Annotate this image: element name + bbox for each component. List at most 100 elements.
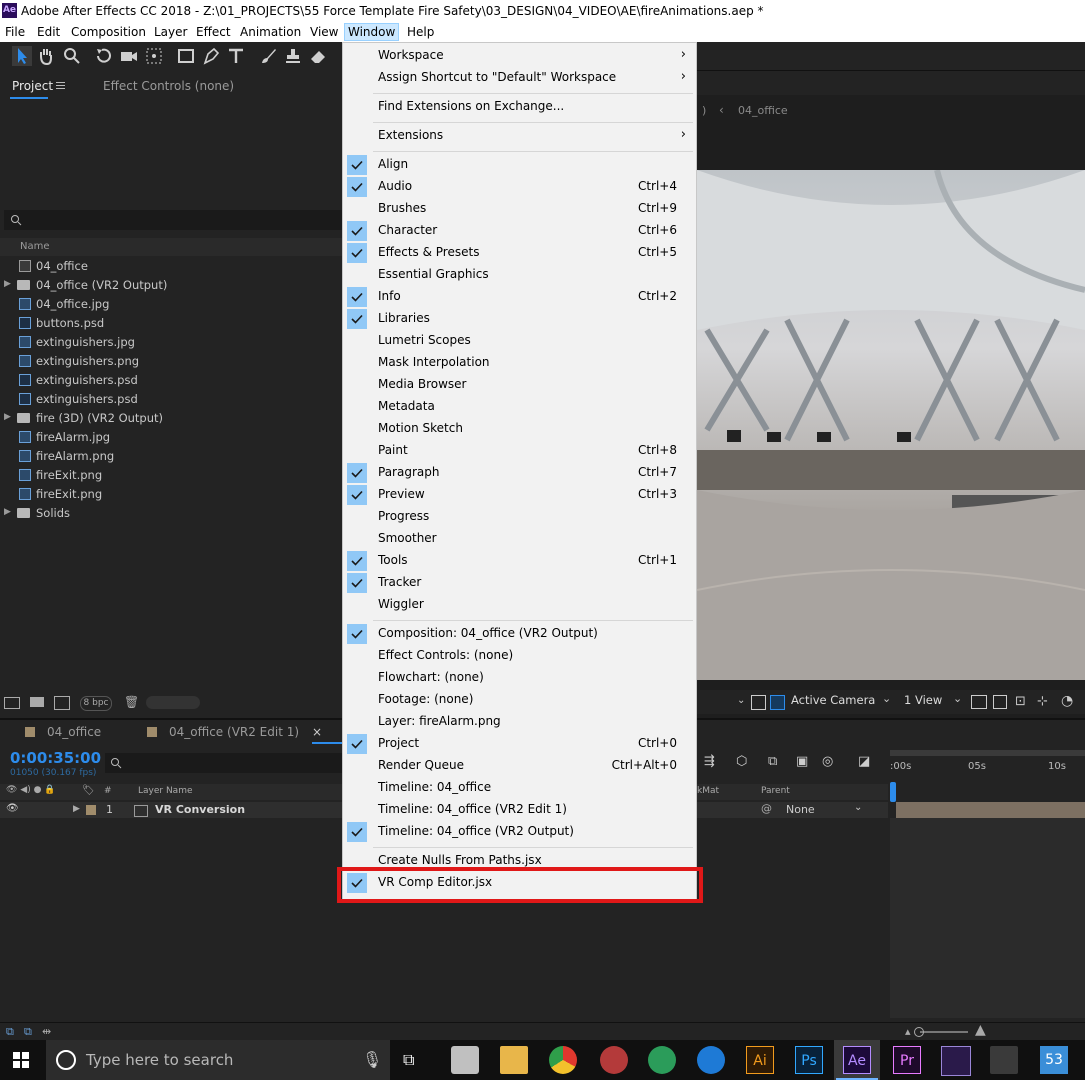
project-item[interactable]: fireAlarm.png — [0, 447, 343, 466]
work-area-bar[interactable] — [890, 750, 1085, 756]
new-folder-icon[interactable] — [30, 697, 44, 707]
draft-3d-icon[interactable]: ⇶ — [704, 754, 715, 769]
tab-effect-controls[interactable]: Effect Controls (none) — [103, 79, 234, 93]
exposure-icon[interactable]: ◔ — [1061, 693, 1073, 709]
menu-item-preview[interactable]: Preview Ctrl+3 — [343, 484, 696, 506]
expand-folder-icon[interactable]: ▶ — [4, 412, 11, 422]
timeline-search-input[interactable] — [105, 753, 343, 773]
transparency-grid-icon[interactable] — [770, 695, 785, 710]
project-item[interactable]: extinguishers.psd — [0, 390, 343, 409]
comp-flowchart-icon[interactable]: ◪ — [858, 754, 870, 769]
project-item[interactable]: ▶ fire (3D) (VR2 Output) — [0, 409, 343, 428]
menu-view[interactable]: View — [310, 25, 338, 39]
menu-item-flowchart-none[interactable]: Flowchart: (none) — [343, 667, 696, 689]
hand-tool-icon[interactable] — [36, 46, 56, 66]
project-item[interactable]: 04_office — [0, 257, 343, 276]
menu-item-tracker[interactable]: Tracker — [343, 572, 696, 594]
expand-layer-icon[interactable]: ▶ — [73, 804, 80, 814]
current-timecode[interactable]: 0:00:35:00 — [10, 749, 101, 767]
menu-composition[interactable]: Composition — [71, 25, 146, 39]
timeline-tab-vr2-edit[interactable]: 04_office (VR2 Edit 1) — [169, 725, 299, 739]
visibility-eye-icon[interactable]: 👁 — [6, 803, 19, 814]
menu-item-progress[interactable]: Progress — [343, 506, 696, 528]
column-name-header[interactable]: Name — [20, 241, 50, 252]
toggle-switches-icon[interactable]: ⧉ — [6, 1025, 14, 1039]
menu-window[interactable]: Window — [344, 23, 400, 41]
panel-menu-icon[interactable] — [56, 82, 65, 83]
project-item[interactable]: fireAlarm.jpg — [0, 428, 343, 447]
menu-item-extensions[interactable]: Extensions › — [343, 125, 696, 147]
illustrator-app-icon[interactable]: Ai — [746, 1046, 774, 1074]
project-item[interactable]: extinguishers.jpg — [0, 333, 343, 352]
menu-item-effects-presets[interactable]: Effects & Presets Ctrl+5 — [343, 242, 696, 264]
menu-item-align[interactable]: Align — [343, 154, 696, 176]
project-item[interactable]: ▶ 04_office (VR2 Output) — [0, 276, 343, 295]
active-camera-chevron-icon[interactable]: ⌄ — [882, 692, 891, 705]
reset-exposure-icon[interactable]: ⊡ — [1015, 694, 1026, 709]
snapshot-icon[interactable] — [751, 695, 766, 710]
chrome-browser-icon[interactable] — [549, 1046, 577, 1074]
menu-edit[interactable]: Edit — [37, 25, 60, 39]
menu-item-workspace[interactable]: Workspace › — [343, 45, 696, 67]
zoom-in-icon[interactable]: ▲ — [975, 1022, 986, 1038]
toggle-mask-icon[interactable] — [993, 695, 1007, 709]
menu-layer[interactable]: Layer — [154, 25, 187, 39]
file-explorer-icon[interactable] — [500, 1046, 528, 1074]
active-camera-select[interactable]: Active Camera — [791, 693, 891, 710]
interpret-footage-icon[interactable] — [4, 697, 20, 709]
menu-animation[interactable]: Animation — [240, 25, 301, 39]
menu-item-assign-shortcut-to-default-workspace[interactable]: Assign Shortcut to "Default" Workspace › — [343, 67, 696, 89]
eraser-tool-icon[interactable] — [308, 46, 328, 66]
menu-item-brushes[interactable]: Brushes Ctrl+9 — [343, 198, 696, 220]
time-ruler[interactable]: :00s 05s 10s — [890, 750, 1085, 798]
zoom-slider-handle[interactable] — [914, 1027, 924, 1037]
menu-item-timeline-04-office-vr2-output[interactable]: Timeline: 04_office (VR2 Output) — [343, 821, 696, 843]
project-item[interactable]: extinguishers.psd — [0, 371, 343, 390]
menu-item-find-extensions-on-exchange[interactable]: Find Extensions on Exchange... — [343, 96, 696, 118]
clone-stamp-tool-icon[interactable] — [283, 46, 303, 66]
camera-tool-icon[interactable] — [119, 46, 139, 66]
project-item[interactable]: fireExit.png — [0, 485, 343, 504]
layer-label-swatch[interactable] — [86, 805, 96, 815]
store-app-icon[interactable] — [451, 1046, 479, 1074]
menu-item-render-queue[interactable]: Render Queue Ctrl+Alt+0 — [343, 755, 696, 777]
messaging-app-icon[interactable] — [648, 1046, 676, 1074]
menu-item-metadata[interactable]: Metadata — [343, 396, 696, 418]
menu-effect[interactable]: Effect — [196, 25, 231, 39]
rotate-tool-icon[interactable] — [94, 46, 114, 66]
project-search-input[interactable] — [4, 210, 343, 230]
expand-folder-icon[interactable]: ▶ — [4, 279, 11, 289]
project-item[interactable]: 04_office.jpg — [0, 295, 343, 314]
menu-item-character[interactable]: Character Ctrl+6 — [343, 220, 696, 242]
menu-item-tools[interactable]: Tools Ctrl+1 — [343, 550, 696, 572]
set-3d-view-icon[interactable] — [971, 695, 987, 709]
comp-breadcrumb[interactable]: 04_office — [738, 104, 788, 117]
after-effects-app-icon[interactable]: Ae — [843, 1046, 871, 1074]
teamviewer-icon[interactable] — [697, 1046, 725, 1074]
time-zoom-slider[interactable] — [920, 1031, 968, 1033]
view-layout-select[interactable]: 1 View — [904, 693, 942, 707]
parent-chevron-icon[interactable]: ⌄ — [854, 802, 862, 813]
pan-behind-tool-icon[interactable] — [144, 46, 164, 66]
frame-blending-icon[interactable]: ⧉ — [768, 754, 777, 769]
menu-item-audio[interactable]: Audio Ctrl+4 — [343, 176, 696, 198]
media-encoder-icon[interactable] — [941, 1046, 971, 1076]
new-composition-icon[interactable] — [54, 696, 70, 710]
task-view-icon[interactable]: ⧉ — [403, 1050, 414, 1070]
menu-item-media-browser[interactable]: Media Browser — [343, 374, 696, 396]
windows-start-icon[interactable] — [13, 1052, 29, 1071]
brush-tool-icon[interactable] — [258, 46, 278, 66]
bit-depth-button[interactable]: 8 bpc — [80, 696, 112, 711]
tab-project[interactable]: Project — [12, 79, 53, 93]
people-app-icon[interactable] — [600, 1046, 628, 1074]
menu-item-lumetri-scopes[interactable]: Lumetri Scopes — [343, 330, 696, 352]
menu-item-project[interactable]: Project Ctrl+0 — [343, 733, 696, 755]
flowchart-icon[interactable]: ⊹ — [1037, 694, 1048, 709]
premiere-app-icon[interactable]: Pr — [893, 1046, 921, 1074]
menu-item-timeline-04-office[interactable]: Timeline: 04_office — [343, 777, 696, 799]
pick-whip-icon[interactable]: @ — [761, 802, 772, 815]
menu-item-paragraph[interactable]: Paragraph Ctrl+7 — [343, 462, 696, 484]
menu-item-paint[interactable]: Paint Ctrl+8 — [343, 440, 696, 462]
shy-layers-icon[interactable]: ⬡ — [736, 754, 747, 769]
timeline-tab-04-office[interactable]: 04_office — [47, 725, 101, 739]
